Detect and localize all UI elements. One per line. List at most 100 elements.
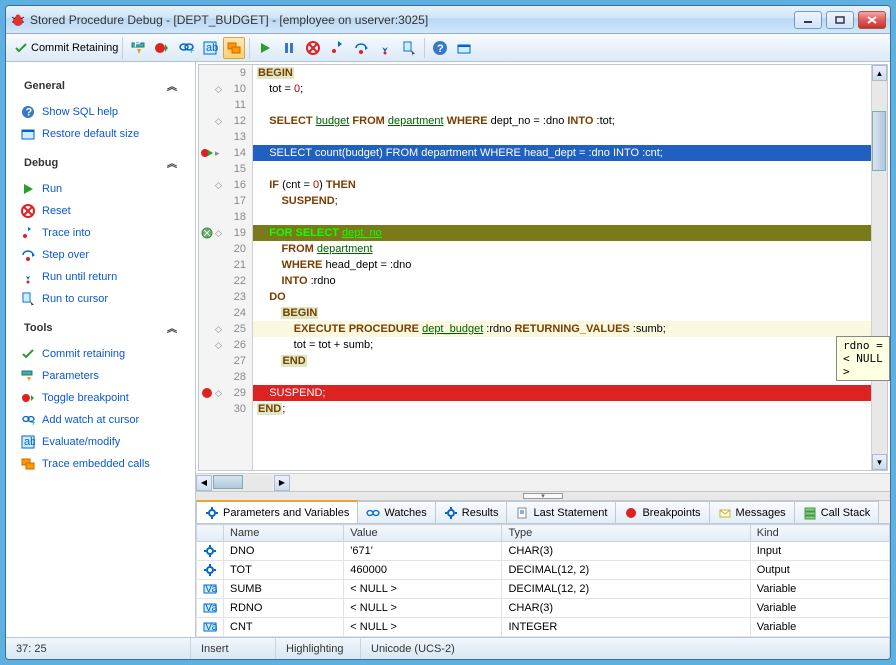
horizontal-scrollbar[interactable]: ◀ ▶ bbox=[196, 473, 890, 491]
restore-size-icon[interactable] bbox=[453, 37, 475, 59]
pause-icon[interactable] bbox=[278, 37, 300, 59]
stack-icon bbox=[20, 456, 36, 472]
app-bug-icon bbox=[10, 12, 26, 28]
scroll-down-icon[interactable]: ▼ bbox=[872, 454, 887, 470]
step-over-icon bbox=[20, 247, 36, 263]
edit-icon: ab bbox=[20, 434, 36, 450]
collapse-icon: ︽ bbox=[167, 320, 177, 335]
table-row[interactable]: VarRDNO< NULL >CHAR(3)Variable bbox=[197, 599, 890, 618]
sidebar-item-reset[interactable]: Reset bbox=[16, 200, 185, 222]
run-icon[interactable] bbox=[254, 37, 276, 59]
status-encoding: Unicode (UCS-2) bbox=[361, 638, 890, 659]
run-to-cursor-icon[interactable] bbox=[398, 37, 420, 59]
tab-breakpoints[interactable]: Breakpoints bbox=[615, 501, 709, 523]
grid-header[interactable]: Kind bbox=[750, 525, 889, 542]
gear-icon bbox=[205, 506, 219, 520]
sidebar-item-breakpoint[interactable]: Toggle breakpoint bbox=[16, 387, 185, 409]
line-gutter[interactable]: 910◇1112◇1314▸1516◇171819◇202122232425◇2… bbox=[199, 65, 253, 470]
evaluate-icon[interactable]: ab bbox=[199, 37, 221, 59]
section-tools[interactable]: Tools︽ bbox=[16, 316, 185, 339]
svg-text:ab: ab bbox=[24, 436, 35, 448]
sidebar-item-commit[interactable]: Commit retaining bbox=[16, 343, 185, 365]
svg-text:P: P bbox=[134, 40, 141, 50]
play-icon bbox=[20, 181, 36, 197]
scroll-right-icon[interactable]: ▶ bbox=[274, 475, 290, 491]
svg-text:Var: Var bbox=[205, 583, 217, 595]
commit-retaining-button[interactable]: Commit Retaining bbox=[10, 37, 123, 59]
svg-text:+: + bbox=[188, 45, 194, 56]
tab-watches[interactable]: Watches bbox=[357, 501, 435, 523]
section-debug[interactable]: Debug︽ bbox=[16, 151, 185, 174]
help-icon: ? bbox=[20, 104, 36, 120]
doc-icon bbox=[515, 506, 529, 520]
sidebar-item-addwatch[interactable]: +Add watch at cursor bbox=[16, 409, 185, 431]
status-highlight: Highlighting bbox=[276, 638, 361, 659]
params-icon bbox=[20, 368, 36, 384]
cursor-icon bbox=[20, 291, 36, 307]
sidebar-item-stepover[interactable]: Step over bbox=[16, 244, 185, 266]
scroll-thumb[interactable] bbox=[872, 111, 886, 171]
minimize-button[interactable] bbox=[794, 11, 822, 29]
mail-icon bbox=[718, 506, 732, 520]
sidebar: General︽ ?Show SQL help Restore default … bbox=[6, 62, 196, 637]
svg-text:Var: Var bbox=[205, 602, 217, 614]
window-icon bbox=[20, 126, 36, 142]
grid-header[interactable]: Value bbox=[344, 525, 502, 542]
trace-calls-icon[interactable] bbox=[223, 37, 245, 59]
step-in-icon bbox=[20, 225, 36, 241]
grid-header[interactable]: Type bbox=[502, 525, 750, 542]
debug-tooltip: rdno = < NULL > bbox=[836, 336, 890, 381]
tab-call-stack[interactable]: Call Stack bbox=[794, 501, 880, 523]
tab-messages[interactable]: Messages bbox=[709, 501, 795, 523]
commit-label: Commit Retaining bbox=[31, 42, 118, 54]
add-watch-icon[interactable]: + bbox=[175, 37, 197, 59]
grid-header[interactable] bbox=[197, 525, 224, 542]
table-row[interactable]: TOT460000DECIMAL(12, 2)Output bbox=[197, 561, 890, 580]
code-editor[interactable]: 910◇1112◇1314▸1516◇171819◇202122232425◇2… bbox=[198, 64, 888, 471]
grid-header[interactable]: Name bbox=[224, 525, 344, 542]
sidebar-item-traceinto[interactable]: Trace into bbox=[16, 222, 185, 244]
check-icon bbox=[14, 41, 28, 55]
toggle-breakpoint-icon[interactable] bbox=[151, 37, 173, 59]
scroll-thumb[interactable] bbox=[213, 475, 243, 489]
vertical-scrollbar[interactable]: ▲ ▼ bbox=[871, 65, 887, 470]
sidebar-item-restore[interactable]: Restore default size bbox=[16, 123, 185, 145]
separator bbox=[424, 38, 425, 58]
sidebar-item-evaluate[interactable]: abEvaluate/modify bbox=[16, 431, 185, 453]
glasses-icon: + bbox=[20, 412, 36, 428]
parameters-icon[interactable]: P bbox=[127, 37, 149, 59]
sidebar-item-params[interactable]: Parameters bbox=[16, 365, 185, 387]
sidebar-item-tracecalls[interactable]: Trace embedded calls bbox=[16, 453, 185, 475]
tab-last-statement[interactable]: Last Statement bbox=[506, 501, 616, 523]
main-toolbar: Commit Retaining P + ab ? bbox=[6, 34, 890, 62]
tab-results[interactable]: Results bbox=[435, 501, 508, 523]
reset-icon[interactable] bbox=[302, 37, 324, 59]
code-area[interactable]: BEGIN tot = 0; SELECT budget FROM depart… bbox=[253, 65, 871, 470]
run-until-return-icon[interactable] bbox=[374, 37, 396, 59]
status-pos: 37: 25 bbox=[6, 638, 191, 659]
table-row[interactable]: VarCNT< NULL >INTEGERVariable bbox=[197, 618, 890, 637]
help-icon[interactable]: ? bbox=[429, 37, 451, 59]
titlebar[interactable]: Stored Procedure Debug - [DEPT_BUDGET] -… bbox=[6, 6, 890, 34]
close-button[interactable] bbox=[858, 11, 886, 29]
svg-text:?: ? bbox=[437, 43, 444, 55]
sidebar-item-runtocursor[interactable]: Run to cursor bbox=[16, 288, 185, 310]
table-row[interactable]: VarSUMB< NULL >DECIMAL(12, 2)Variable bbox=[197, 580, 890, 599]
maximize-button[interactable] bbox=[826, 11, 854, 29]
svg-text:?: ? bbox=[26, 107, 33, 119]
table-row[interactable]: DNO'671'CHAR(3)Input bbox=[197, 542, 890, 561]
trace-into-icon[interactable] bbox=[326, 37, 348, 59]
stack-icon bbox=[803, 506, 817, 520]
bottom-tabs: Parameters and VariablesWatchesResultsLa… bbox=[196, 501, 890, 524]
sidebar-item-rununtil[interactable]: Run until return bbox=[16, 266, 185, 288]
app-window: Stored Procedure Debug - [DEPT_BUDGET] -… bbox=[5, 5, 891, 660]
sidebar-item-run[interactable]: Run bbox=[16, 178, 185, 200]
bp-icon bbox=[624, 506, 638, 520]
sidebar-item-sqlhelp[interactable]: ?Show SQL help bbox=[16, 101, 185, 123]
section-general[interactable]: General︽ bbox=[16, 74, 185, 97]
tab-parameters-and-variables[interactable]: Parameters and Variables bbox=[196, 500, 358, 523]
step-over-icon[interactable] bbox=[350, 37, 372, 59]
variables-grid[interactable]: NameValueTypeKind DNO'671'CHAR(3)InputTO… bbox=[196, 524, 890, 637]
scroll-up-icon[interactable]: ▲ bbox=[872, 65, 887, 81]
scroll-left-icon[interactable]: ◀ bbox=[196, 475, 212, 491]
